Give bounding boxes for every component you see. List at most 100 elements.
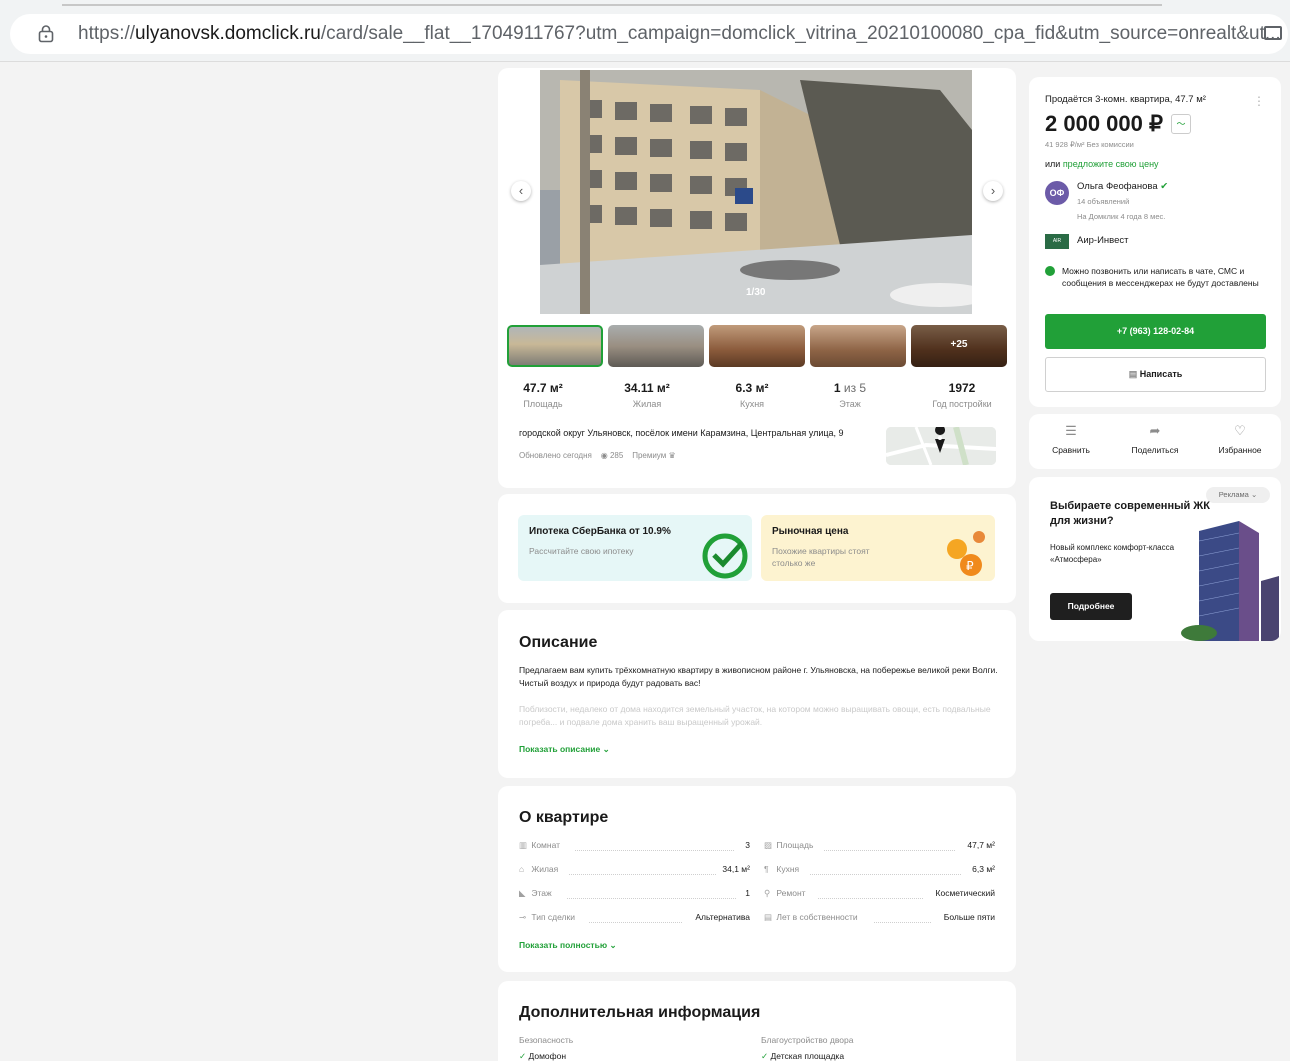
thumbnail[interactable] — [507, 325, 603, 367]
agent-avatar[interactable]: ОФ — [1045, 181, 1069, 205]
seller-card: Продаётся 3-комн. квартира, 47.7 м² ⋮ 2 … — [1029, 77, 1281, 407]
price-history-button[interactable]: 〜 — [1171, 114, 1191, 134]
compare-button[interactable]: ☰ Сравнить — [1036, 423, 1106, 455]
about-flat-card: О квартире ▥ Комнат 3 ▨ Площадь 47,7 м² … — [498, 786, 1016, 972]
ad-more-button[interactable]: Подробнее — [1050, 593, 1132, 620]
show-description-link[interactable]: Показать описание ⌄ — [519, 744, 610, 755]
gallery-card: ‹ › 1/30 +25 47.7 м² Площадь 34.11 м² Жи… — [498, 68, 1016, 488]
stat-living: 34.11 м² Жилая — [624, 381, 670, 409]
additional-info-card: Дополнительная информация Безопасность ✓… — [498, 981, 1016, 1061]
market-price-promo[interactable]: Рыночная цена Похожие квартиры стоят сто… — [761, 515, 995, 581]
svg-text:₽: ₽ — [966, 559, 974, 573]
eye-icon: ◉ — [600, 451, 608, 460]
show-phone-button[interactable]: +7 (963) 128-02-84 — [1045, 314, 1266, 349]
agent-listings: 14 объявлений — [1077, 197, 1130, 206]
check-icon: ✓ — [761, 1051, 769, 1061]
heart-icon: ♡ — [1234, 423, 1246, 438]
browser-toolbar: https://ulyanovsk.domclick.ru/card/sale_… — [0, 0, 1290, 62]
about-row: ▤ Лет в собственности Больше пяти — [764, 912, 995, 923]
thumbnail[interactable] — [608, 325, 704, 367]
about-row: ◣ Этаж 1 — [519, 888, 750, 899]
chart-icon: 〜 — [1176, 119, 1186, 129]
ad-text: Новый комплекс комфорт-класса «Атмосфера… — [1050, 543, 1175, 564]
description-text: Предлагаем вам купить трёхкомнатную квар… — [519, 665, 998, 688]
description-faded: Поблизости, недалеко от дома находится з… — [519, 704, 991, 727]
description-title: Описание — [519, 634, 598, 651]
verified-icon: ✔ — [1160, 181, 1169, 192]
url-text[interactable]: https://ulyanovsk.domclick.ru/card/sale_… — [78, 23, 1281, 45]
sberbank-logo-icon — [702, 533, 748, 579]
ad-building-image — [1181, 521, 1279, 641]
contact-notice: Можно позвонить или написать в чате, СМС… — [1062, 266, 1259, 288]
share-icon: ➦ — [1149, 423, 1161, 438]
mortgage-promo[interactable]: Ипотека СберБанка от 10.9% Рассчитайте с… — [518, 515, 752, 581]
chevron-down-icon: ⌄ — [609, 940, 617, 950]
area-icon: ▨ — [764, 840, 773, 850]
listing-title: Продаётся 3-комн. квартира, 47.7 м² — [1045, 94, 1206, 105]
favorite-button[interactable]: ♡ Избранное — [1205, 423, 1275, 455]
check-icon: ✓ — [519, 1051, 527, 1061]
stat-year: 1972 Год постройки — [932, 381, 992, 409]
ad-banner[interactable]: Реклама ⌄ Выбираете современный ЖК для ж… — [1029, 477, 1281, 641]
actions-card: ☰ Сравнить ➦ Поделиться ♡ Избранное — [1029, 414, 1281, 469]
show-all-link[interactable]: Показать полностью ⌄ — [519, 940, 617, 951]
agency-logo-icon: AIR — [1045, 234, 1069, 249]
agent-name[interactable]: Ольга Феофанова ✔ — [1077, 181, 1168, 192]
more-options-icon[interactable]: ⋮ — [1253, 94, 1265, 108]
thumbnail[interactable] — [810, 325, 906, 367]
listing-address[interactable]: городской округ Ульяновск, посёлок имени… — [519, 428, 844, 438]
chevron-down-icon: ⌄ — [1250, 490, 1258, 499]
page-info-icon[interactable] — [38, 25, 54, 43]
listing-price: 2 000 000 ₽ — [1045, 111, 1163, 136]
shield-check-icon — [1045, 266, 1055, 276]
tab-search-icon[interactable] — [1264, 26, 1282, 40]
yard-item: ✓ Детская площадка — [761, 1051, 845, 1061]
next-photo-button[interactable]: › — [983, 181, 1003, 201]
about-row: ¶ Кухня 6,3 м² — [764, 864, 995, 875]
chat-icon: ▤ — [1128, 369, 1138, 379]
floor-icon: ◣ — [519, 888, 526, 898]
living-icon: ⌂ — [519, 864, 525, 874]
about-row: ▥ Комнат 3 — [519, 840, 750, 851]
mini-map[interactable] — [886, 427, 996, 465]
deal-icon: ⊸ — [519, 912, 527, 922]
about-row: ⊸ Тип сделки Альтернатива — [519, 912, 750, 923]
thumbnail-strip: +25 — [507, 325, 1007, 367]
agent-since: На Домклик 4 года 8 мес. — [1077, 212, 1166, 221]
compare-icon: ☰ — [1065, 423, 1077, 438]
loading-bar — [62, 4, 1162, 6]
write-message-button[interactable]: ▤ Написать — [1045, 357, 1266, 392]
price-per-meter: 41 928 ₽/м² Без комиссии — [1045, 140, 1134, 149]
thumbnail-more[interactable]: +25 — [911, 325, 1007, 367]
share-button[interactable]: ➦ Поделиться — [1120, 423, 1190, 455]
agency-name[interactable]: Аир-Инвест — [1077, 235, 1129, 246]
about-row: ⚲ Ремонт Косметический — [764, 888, 995, 899]
coins-icon: ₽ — [947, 531, 985, 576]
crown-icon: ♛ — [668, 451, 676, 460]
promo-card: Ипотека СберБанка от 10.9% Рассчитайте с… — [498, 494, 1016, 603]
additional-title: Дополнительная информация — [519, 1004, 761, 1021]
repair-icon: ⚲ — [764, 888, 771, 898]
address-bar[interactable]: https://ulyanovsk.domclick.ru/card/sale_… — [10, 14, 1288, 54]
yard-heading: Благоустройство двора — [761, 1035, 854, 1045]
thumbnail[interactable] — [709, 325, 805, 367]
stat-area: 47.7 м² Площадь — [523, 381, 563, 409]
listing-meta: Обновлено сегодня ◉ 285 Премиум ♛ — [519, 451, 676, 460]
offer-price-link[interactable]: предложите свою цену — [1063, 159, 1159, 169]
kitchen-icon: ¶ — [764, 864, 769, 874]
description-card: Описание Предлагаем вам купить трёхкомна… — [498, 610, 1016, 778]
main-photo[interactable] — [540, 70, 972, 314]
chevron-down-icon: ⌄ — [602, 744, 610, 754]
rooms-icon: ▥ — [519, 840, 528, 850]
building-photo — [540, 70, 972, 314]
security-heading: Безопасность — [519, 1035, 574, 1045]
about-title: О квартире — [519, 809, 609, 826]
ad-label[interactable]: Реклама ⌄ — [1206, 487, 1270, 503]
stat-kitchen: 6.3 м² Кухня — [735, 381, 769, 409]
offer-line: или предложите свою цену — [1045, 159, 1159, 169]
security-item: ✓ Домофон — [519, 1051, 567, 1061]
ownership-icon: ▤ — [764, 912, 773, 922]
photo-counter: 1/30 — [746, 287, 766, 298]
prev-photo-button[interactable]: ‹ — [511, 181, 531, 201]
stat-floor: 1 из 5 Этаж — [833, 381, 867, 409]
